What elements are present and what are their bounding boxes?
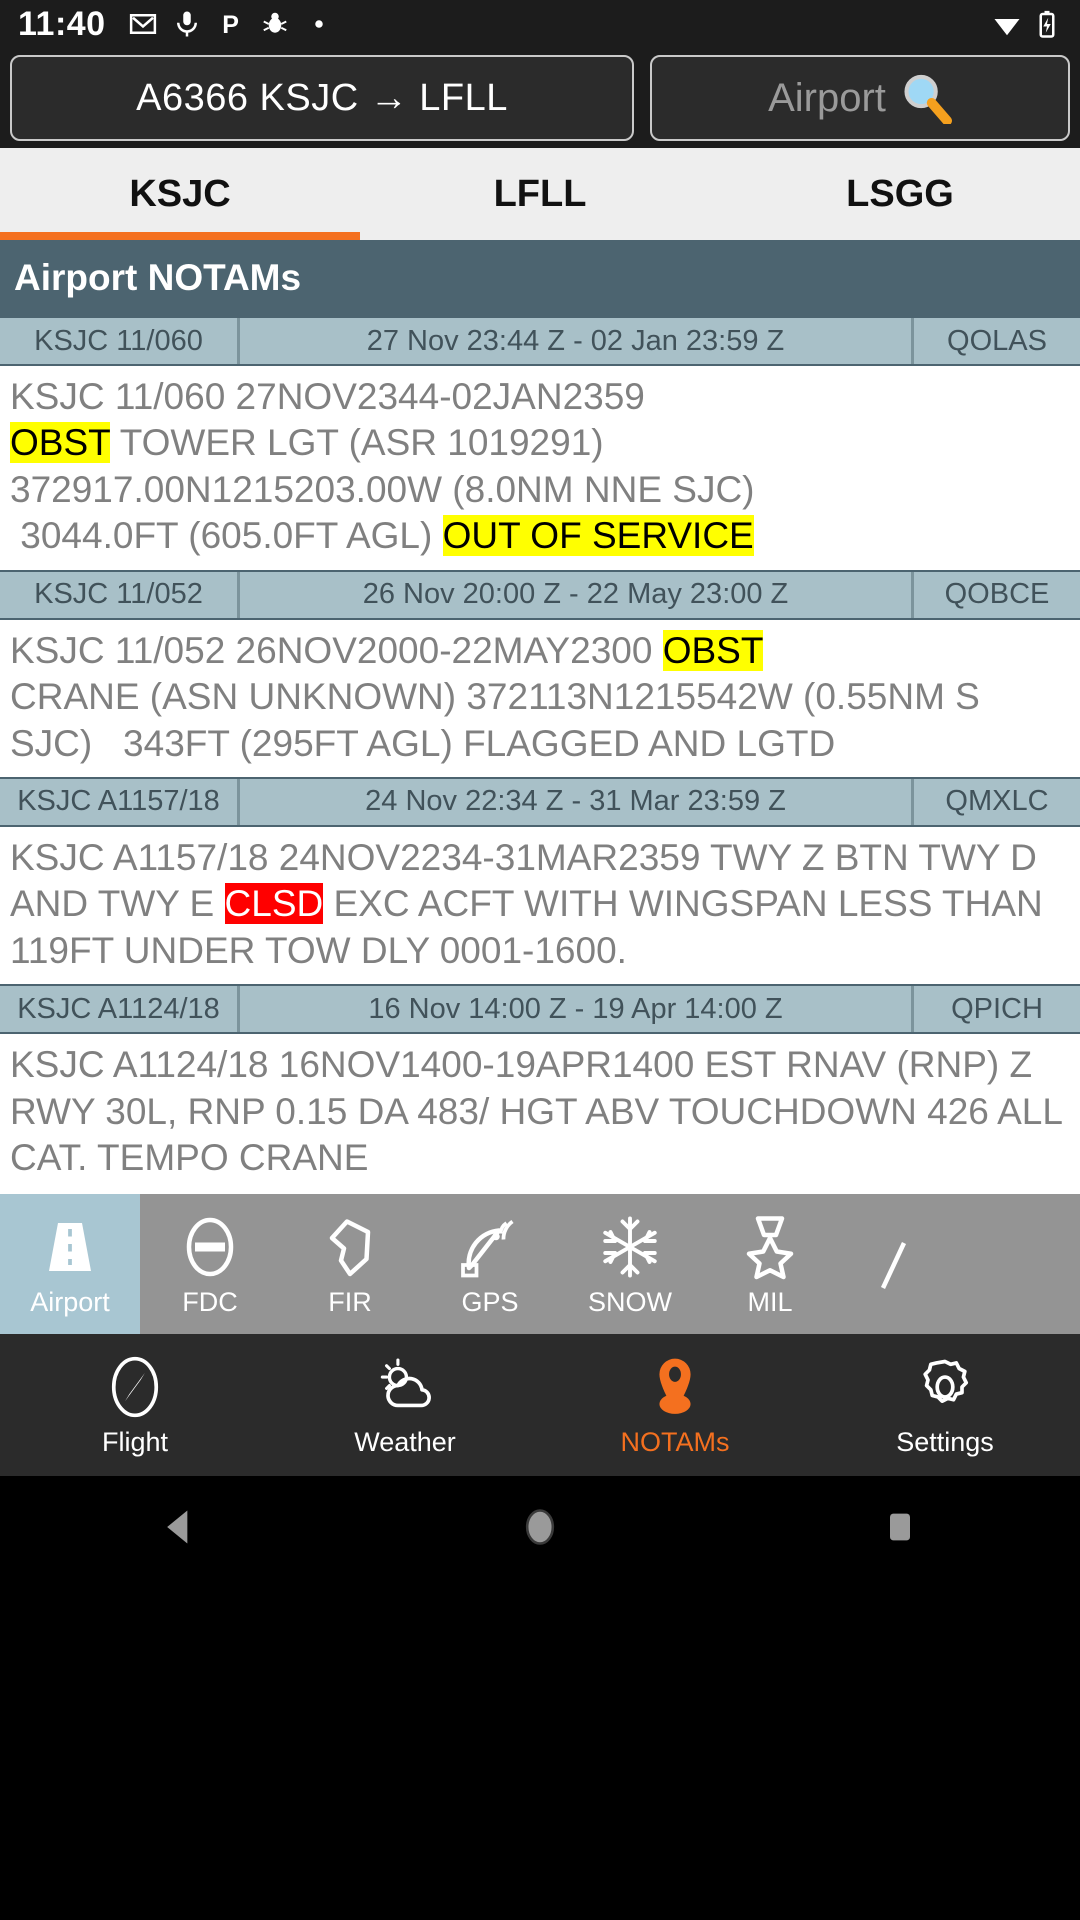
category-fir[interactable]: FIR <box>280 1194 420 1334</box>
notam-body[interactable]: KSJC 11/052 26NOV2000-22MAY2300 OBST CRA… <box>0 620 1080 777</box>
map-pin-icon <box>659 1358 691 1414</box>
category-airport[interactable]: Airport <box>0 1194 140 1334</box>
notam-meta-row: KSJC A1157/18 24 Nov 22:34 Z - 31 Mar 23:… <box>0 776 1080 827</box>
nav-flight[interactable]: Flight <box>0 1353 270 1458</box>
recents-button[interactable] <box>869 1496 931 1558</box>
nav-label: Flight <box>101 1426 169 1457</box>
runway-icon <box>49 1222 91 1271</box>
home-button[interactable] <box>509 1496 571 1558</box>
notam-body[interactable]: KSJC A1157/18 24NOV2234-31MAR2359 TWY Z … <box>0 827 1080 984</box>
svg-text:P: P <box>222 11 239 39</box>
category-next-partial[interactable] <box>840 1194 980 1334</box>
category-gps[interactable]: GPS <box>420 1194 560 1334</box>
airport-search-button[interactable]: Airport <box>650 55 1070 141</box>
no-entry-icon <box>186 1217 234 1276</box>
gmail-icon <box>129 14 156 34</box>
category-snow[interactable]: SNOW <box>560 1194 700 1334</box>
nav-label: Settings <box>896 1426 994 1457</box>
section-title: Airport NOTAMs <box>14 257 302 298</box>
notam-period: 26 Nov 20:00 Z - 22 May 23:00 Z <box>240 571 914 618</box>
gear-icon <box>923 1359 969 1403</box>
notam-meta-row: KSJC A1124/18 16 Nov 14:00 Z - 19 Apr 14:… <box>0 984 1080 1035</box>
section-header: Airport NOTAMs <box>0 240 1080 316</box>
bottom-navigation: Flight Weather NOTAMs Settings <box>0 1334 1080 1476</box>
tab-label: LFLL <box>493 172 587 215</box>
notam-highlight: OBST <box>662 629 764 671</box>
polygon-icon <box>329 1218 371 1276</box>
notam-code: QOBCE <box>944 578 1050 611</box>
notam-text: KSJC 11/060 27NOV2344-02JAN2359 <box>10 376 645 417</box>
nav-label: NOTAMs <box>620 1426 730 1457</box>
dot-icon <box>314 20 323 28</box>
notam-category-strip[interactable]: Airport FDC FIR GPS SNOW MIL <box>0 1194 1080 1334</box>
medal-icon <box>746 1215 794 1279</box>
status-system-icons <box>992 9 1062 39</box>
notam-body[interactable]: KSJC A1124/18 16NOV1400-19APR1400 EST RN… <box>0 1034 1080 1191</box>
magnifier-icon <box>904 74 952 124</box>
route-selector-button[interactable]: A6366 KSJC → LFLL <box>10 55 634 141</box>
top-bar: A6366 KSJC → LFLL Airport <box>0 48 1080 148</box>
notam-text: KSJC A1124/18 16NOV1400-19APR1400 EST RN… <box>10 1044 1072 1179</box>
notam-highlight: CLSD <box>224 883 324 925</box>
compass-icon <box>111 1356 159 1417</box>
notam-code: QMXLC <box>945 785 1049 818</box>
notam-period: 16 Nov 14:00 Z - 19 Apr 14:00 Z <box>240 986 914 1033</box>
notam-id: KSJC 11/060 <box>0 318 240 364</box>
category-label: GPS <box>461 1286 519 1317</box>
category-label: MIL <box>747 1286 793 1317</box>
nav-settings[interactable]: Settings <box>810 1353 1080 1458</box>
tab-lfll[interactable]: LFLL <box>360 148 720 240</box>
square-icon <box>890 1513 910 1541</box>
status-bar: 11:40 P <box>0 0 1080 48</box>
category-label: SNOW <box>588 1286 672 1317</box>
android-navigation-bar <box>0 1476 1080 1578</box>
notam-period: 24 Nov 22:34 Z - 31 Mar 23:59 Z <box>240 778 914 825</box>
notam-code: QPICH <box>951 992 1043 1025</box>
notam-code: QOLAS <box>947 324 1047 357</box>
notam-text: KSJC 11/052 26NOV2000-22MAY2300 <box>10 629 663 671</box>
nav-notams[interactable]: NOTAMs <box>540 1353 810 1458</box>
category-label: FDC <box>182 1286 238 1317</box>
notam-text: CRANE (ASN UNKNOWN) 372113N1215542W (0.5… <box>10 676 980 764</box>
category-label: Airport <box>30 1286 110 1317</box>
notam-highlight: OBST <box>10 422 111 464</box>
route-label: A6366 KSJC → LFLL <box>136 76 508 119</box>
category-mil[interactable]: MIL <box>700 1194 840 1334</box>
tab-ksjc[interactable]: KSJC <box>0 148 360 240</box>
triangle-left-icon <box>167 1510 188 1544</box>
tab-lsgg[interactable]: LSGG <box>720 148 1080 240</box>
bug-icon <box>262 12 287 33</box>
notam-body[interactable]: KSJC 11/060 27NOV2344-02JAN2359 OBST TOW… <box>0 366 1080 570</box>
status-notification-icons: P <box>128 9 334 39</box>
notam-id: KSJC 11/052 <box>0 571 240 618</box>
snowflake-icon <box>603 1216 657 1277</box>
partial-icon <box>880 1242 907 1289</box>
tab-label: KSJC <box>129 172 231 215</box>
airport-tabs: KSJC LFLL LSGG <box>0 148 1080 240</box>
notam-id: KSJC A1157/18 <box>0 778 240 825</box>
tab-label: LSGG <box>846 172 954 215</box>
back-button[interactable] <box>149 1496 211 1558</box>
battery-charging-icon <box>1039 10 1055 38</box>
nav-label: Weather <box>354 1426 456 1457</box>
satellite-dish-icon <box>461 1219 514 1277</box>
sun-cloud-icon <box>380 1358 431 1407</box>
category-label: FIR <box>328 1286 372 1317</box>
notam-period: 27 Nov 23:44 Z - 02 Jan 23:59 Z <box>240 318 914 364</box>
wifi-icon <box>994 19 1020 36</box>
notam-highlight: OUT OF SERVICE <box>442 515 754 557</box>
nav-weather[interactable]: Weather <box>270 1353 540 1458</box>
parking-icon: P <box>222 11 239 39</box>
notam-meta-row: KSJC 11/060 27 Nov 23:44 Z - 02 Jan 23:59… <box>0 316 1080 366</box>
microphone-icon <box>176 11 197 37</box>
status-time: 11:40 <box>18 4 106 43</box>
notam-list[interactable]: KSJC 11/060 27 Nov 23:44 Z - 02 Jan 23:59… <box>0 316 1080 1194</box>
category-fdc[interactable]: FDC <box>140 1194 280 1334</box>
search-input[interactable]: Airport <box>768 76 886 121</box>
circle-icon <box>525 1509 555 1545</box>
notam-id: KSJC A1124/18 <box>0 986 240 1033</box>
notam-meta-row: KSJC 11/052 26 Nov 20:00 Z - 22 May 23:00… <box>0 569 1080 620</box>
